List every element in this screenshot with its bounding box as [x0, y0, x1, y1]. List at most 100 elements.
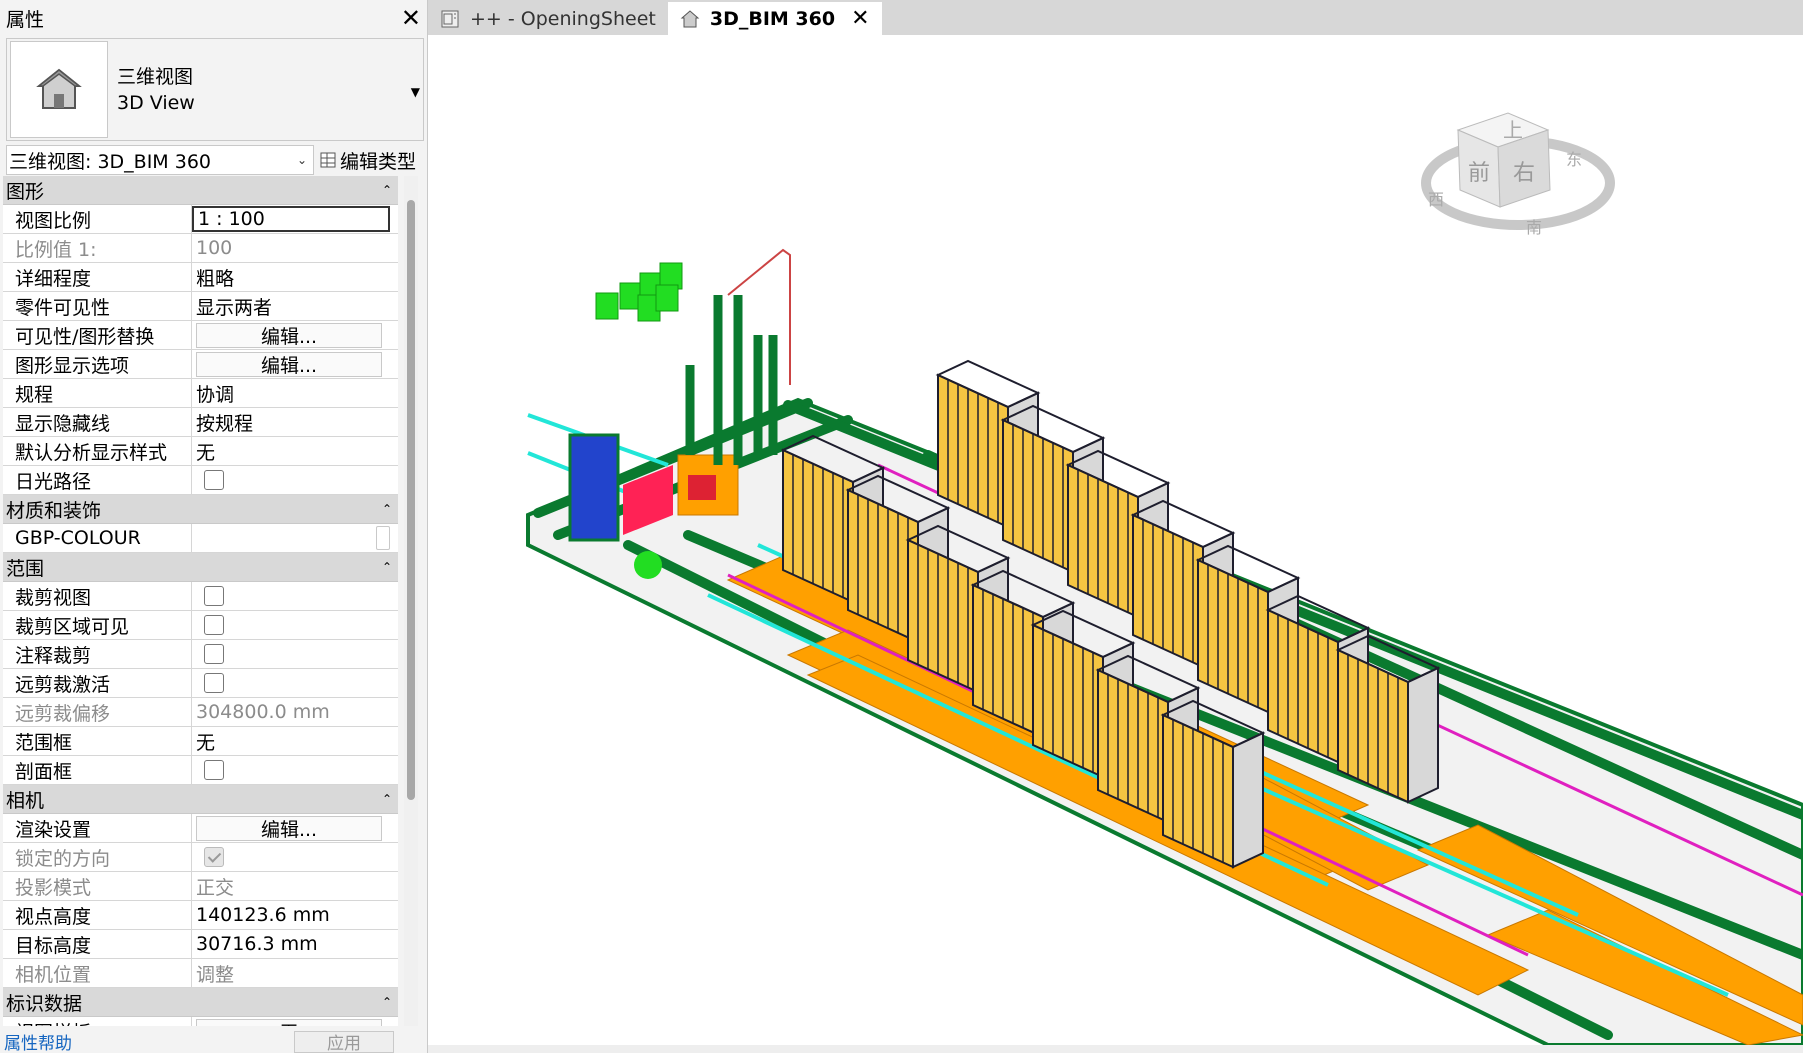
type-name-en: 3D View: [117, 91, 195, 114]
category-header[interactable]: 材质和装饰 ⌃: [3, 495, 398, 524]
property-name: 剖面框: [3, 756, 192, 784]
property-value[interactable]: 粗略: [192, 263, 398, 291]
property-value: [192, 669, 398, 697]
property-name: 零件可见性: [3, 292, 192, 320]
viewcube-front[interactable]: 前: [1468, 161, 1490, 186]
close-tab-icon[interactable]: ✕: [851, 6, 869, 31]
property-checkbox[interactable]: [204, 615, 224, 635]
category-label: 材质和装饰: [6, 499, 102, 522]
viewcube-south[interactable]: 南: [1526, 218, 1542, 237]
category-header[interactable]: 标识数据 ⌃: [3, 988, 398, 1017]
property-row: 裁剪区域可见: [3, 611, 398, 640]
caret-down-icon[interactable]: ▼: [411, 85, 420, 99]
property-checkbox[interactable]: [204, 673, 224, 693]
property-value[interactable]: 按规程: [192, 408, 398, 436]
type-name-cn: 三维视图: [117, 65, 194, 88]
edit-button[interactable]: 编辑...: [196, 351, 382, 377]
collapse-icon[interactable]: ⌃: [382, 560, 392, 574]
tab-label: 3D_BIM 360: [709, 7, 836, 30]
property-value[interactable]: 无: [192, 727, 398, 755]
property-row: 注释裁剪: [3, 640, 398, 669]
property-name: 目标高度: [3, 930, 192, 958]
property-value[interactable]: 协调: [192, 379, 398, 407]
property-row: 日光路径: [3, 466, 398, 495]
property-name: 图形显示选项: [3, 350, 192, 378]
property-checkbox[interactable]: [204, 760, 224, 780]
close-icon[interactable]: ✕: [401, 6, 421, 30]
palette-scrollbar[interactable]: [404, 176, 418, 1026]
property-row: GBP-COLOUR: [3, 524, 398, 553]
property-value: [192, 756, 398, 784]
property-name: 渲染设置: [3, 814, 192, 842]
bim-model: [526, 248, 1803, 1045]
tab-3d-bim-360[interactable]: 3D_BIM 360 ✕: [667, 2, 882, 35]
property-row: 投影模式 正交: [3, 872, 398, 901]
chevron-down-icon: ⌄: [296, 153, 307, 167]
property-name: 范围框: [3, 727, 192, 755]
view-control-bar: [428, 1045, 1803, 1053]
type-selector[interactable]: 三维视图 3D View ▼: [6, 38, 424, 141]
property-row: 图形显示选项 编辑...: [3, 350, 398, 379]
property-name: GBP-COLOUR: [3, 524, 192, 552]
property-name: 详细程度: [3, 263, 192, 291]
property-row: 详细程度 粗略: [3, 263, 398, 292]
property-value[interactable]: 140123.6 mm: [192, 901, 398, 929]
viewcube-east[interactable]: 东: [1566, 150, 1582, 169]
edit-button[interactable]: 编辑...: [196, 322, 382, 348]
property-checkbox[interactable]: [204, 470, 224, 490]
property-row: 渲染设置 编辑...: [3, 814, 398, 843]
property-value[interactable]: 1 : 100: [192, 206, 390, 232]
property-value: 编辑...: [192, 350, 398, 378]
value-picker[interactable]: [376, 526, 390, 550]
apply-button[interactable]: 应用: [294, 1030, 394, 1053]
property-value: 编辑...: [192, 814, 398, 842]
property-value[interactable]: 显示两者: [192, 292, 398, 320]
tab-opening-sheet[interactable]: ++ - OpeningSheet: [428, 2, 668, 35]
collapse-icon[interactable]: ⌃: [382, 502, 392, 516]
viewcube-top[interactable]: 上: [1503, 118, 1523, 142]
property-row: 剖面框: [3, 756, 398, 785]
category-header[interactable]: 图形 ⌃: [3, 176, 398, 205]
property-value: <无>: [192, 1017, 398, 1026]
collapse-icon[interactable]: ⌃: [382, 995, 392, 1009]
property-row: 锁定的方向: [3, 843, 398, 872]
category-header[interactable]: 范围 ⌃: [3, 553, 398, 582]
property-value: 正交: [196, 876, 235, 899]
3d-model-canvas[interactable]: 上 前 右 东 西 南: [428, 35, 1803, 1045]
edit-button[interactable]: <无>: [196, 1018, 382, 1026]
properties-help-link[interactable]: 属性帮助: [0, 1029, 72, 1053]
category-label: 标识数据: [6, 992, 83, 1015]
property-grid: 图形 ⌃ 视图比例 1 : 100 比例值 1: 100 详细程度 粗略 零件可见性 显示两者 可见…: [3, 176, 398, 1026]
edit-type-label: 编辑类型: [340, 150, 417, 173]
viewcube-west[interactable]: 西: [1428, 190, 1444, 209]
property-value[interactable]: 30716.3 mm: [192, 930, 398, 958]
house-icon: [10, 41, 108, 138]
property-value[interactable]: 无: [192, 437, 398, 465]
property-value: 编辑...: [192, 321, 398, 349]
edit-type-button[interactable]: 编辑类型: [320, 147, 416, 174]
category-header[interactable]: 相机 ⌃: [3, 785, 398, 814]
category-label: 范围: [6, 557, 45, 580]
scrollbar-thumb[interactable]: [407, 200, 415, 800]
property-row: 默认分析显示样式无: [3, 437, 398, 466]
collapse-icon[interactable]: ⌃: [382, 183, 392, 197]
property-row: 显示隐藏线 按规程: [3, 408, 398, 437]
instance-selector[interactable]: 三维视图: 3D_BIM 360 ⌄: [6, 145, 314, 175]
viewcube[interactable]: 上 前 右 东 西 南: [1421, 112, 1615, 237]
property-name: 锁定的方向: [3, 843, 192, 871]
category-label: 相机: [6, 789, 45, 812]
property-row: 裁剪视图: [3, 582, 398, 611]
property-checkbox[interactable]: [204, 586, 224, 606]
edit-type-icon: [320, 152, 336, 168]
edit-button[interactable]: 编辑...: [196, 815, 382, 841]
viewcube-right[interactable]: 右: [1513, 161, 1535, 186]
collapse-icon[interactable]: ⌃: [382, 792, 392, 806]
property-value: [192, 843, 398, 871]
property-name: 显示隐藏线: [3, 408, 192, 436]
property-row: 远剪裁偏移 304800.0 mm: [3, 698, 398, 727]
property-name: 日光路径: [3, 466, 192, 494]
property-checkbox[interactable]: [204, 644, 224, 664]
document-area: ++ - OpeningSheet 3D_BIM 360 ✕ 上 前 右 东 西…: [428, 0, 1803, 1053]
property-checkbox: [204, 847, 224, 867]
palette-title: 属性: [6, 8, 45, 31]
